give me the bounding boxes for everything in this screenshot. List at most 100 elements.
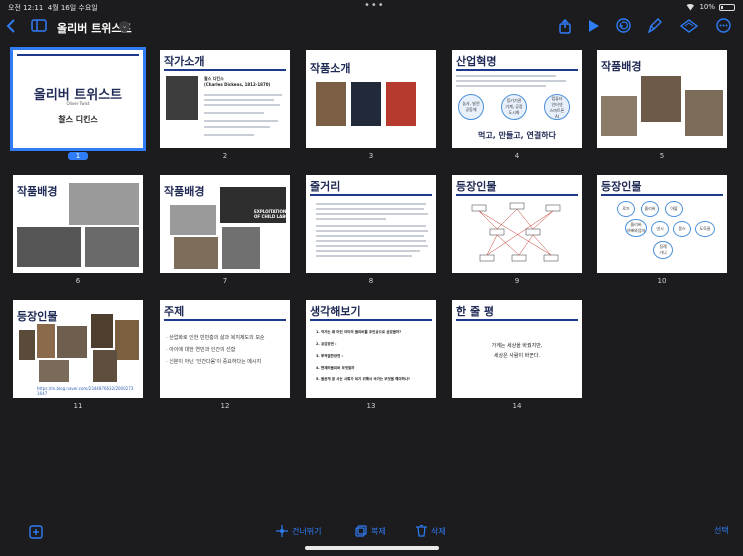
slide-thumbnail-7[interactable]: 작품배경 EXPLOITATION OF CHILD LABOUR [160, 175, 290, 273]
slide-number: 12 [220, 402, 230, 410]
duplicate-slide-button[interactable]: 복제 [355, 525, 386, 537]
slide-thumbnail-3[interactable]: 작품소개 [306, 50, 436, 148]
review-line-2: 세상은 사람이 바꾼다. [493, 353, 541, 359]
slide-title: 작가소개 [164, 55, 205, 68]
slide-number: 6 [75, 277, 81, 285]
character-circle: 아불 [665, 201, 683, 217]
slide-number: 9 [514, 277, 520, 285]
wifi-icon [685, 3, 696, 11]
slide-number: 13 [366, 402, 376, 410]
skip-slide-button[interactable]: 건너뛰기 [276, 525, 321, 537]
slide-title: 등장인물 [17, 310, 58, 323]
slide-title: 작품소개 [310, 62, 351, 75]
slide-title: 작품배경 [17, 185, 58, 198]
duplicate-icon [355, 525, 367, 537]
slide-thumbnail-14[interactable]: 한 줄 평 가계는 세상을 바꿨지만, 세상은 사람이 바꾼다. [452, 300, 582, 398]
slide-tagline: 먹고, 만들고, 연결하다 [478, 131, 556, 140]
character-circle: 올리버 [641, 201, 659, 217]
skip-icon [276, 525, 288, 537]
slide-thumbnail-9[interactable]: 등장인물 [452, 175, 582, 273]
sidebar-toggle-icon[interactable] [31, 19, 47, 35]
slide-subtitle: Oliver Twist [66, 101, 90, 106]
brush-icon[interactable] [647, 18, 662, 36]
author-name-en: (Charles Dickens, 1812-1870) [204, 82, 271, 87]
character-circle: 로즈 [617, 201, 635, 217]
review-line-1: 가계는 세상을 바꿨지만, [491, 343, 543, 349]
era-circle-3: 컴퓨터 인터넷 스마트폰 AI [544, 94, 570, 120]
book-cover-image [351, 82, 381, 126]
character-image [91, 314, 113, 348]
add-slide-button[interactable] [29, 525, 43, 539]
trash-icon [416, 525, 427, 537]
slide-title: 작품배경 [601, 60, 642, 73]
delete-slide-button[interactable]: 삭제 [416, 525, 446, 537]
slide-thumbnail-2[interactable]: 작가소개 찰스 디킨스 (Charles Dickens, 1812-1870) [160, 50, 290, 148]
child-labour-image [222, 227, 260, 269]
slide-thumbnail-8[interactable]: 줄거리 [306, 175, 436, 273]
character-circle: 몽스 [673, 221, 691, 237]
slide-thumbnail-11[interactable]: 등장인물 https://m.blog.naver.com/2344876632… [13, 300, 143, 398]
chevron-down-icon[interactable]: ⌄ [119, 21, 130, 32]
child-labour-image [170, 205, 216, 235]
add-slide-icon [29, 525, 43, 539]
era-circle-2: 증기기관 기계, 공장 도시화 [501, 94, 527, 120]
theme-bullet: · 아이에 대한 연민과 인간의 선함 [166, 347, 236, 353]
slide-title: 한 줄 평 [456, 305, 495, 318]
factory-image [85, 227, 139, 267]
slide-thumbnail-1[interactable]: 올리버 트위스트 Oliver Twist 찰스 디킨스 [10, 47, 146, 151]
character-circle: 정례 가니 [653, 241, 673, 259]
slide-title: 등장인물 [601, 180, 642, 193]
source-link: https://m.blog.naver.com/2344876632/2000… [37, 386, 134, 396]
back-chevron-icon[interactable] [6, 19, 16, 36]
image-caption: EXPLOITATION OF CHILD LABOUR [254, 209, 290, 219]
factory-image [69, 183, 139, 225]
theme-bullet: · 신분이 아닌 '인간다움'이 중요하다는 메시지 [166, 359, 262, 365]
character-circle: 도둑들 [695, 221, 715, 237]
multitask-dots[interactable]: ••• [364, 0, 385, 11]
character-image [19, 330, 35, 360]
illustration-image [601, 96, 637, 136]
slide-thumbnail-13[interactable]: 생각해보기 1. 작가는 왜 어린 아이의 올리버를 주인공으로 삼았을까? 2… [306, 300, 436, 398]
more-icon[interactable] [716, 18, 731, 36]
slide-title: 작품배경 [164, 185, 205, 198]
slide-number: 8 [368, 277, 374, 285]
select-button[interactable]: 선택 [714, 525, 729, 536]
slide-title: 주제 [164, 305, 185, 318]
question-item: 5. 올곧게 잘 사는 사회가 되기 위해서 국가는 무엇을 해야하나? [316, 377, 411, 381]
character-image [93, 350, 117, 382]
slide-title: 줄거리 [310, 180, 341, 193]
slide-thumbnail-6[interactable]: 작품배경 [13, 175, 143, 273]
status-right: 10% [685, 3, 735, 11]
question-item: 1. 작가는 왜 어린 아이의 올리버를 주인공으로 삼았을까? [316, 330, 402, 334]
character-image [37, 324, 55, 358]
relationship-diagram [471, 202, 561, 262]
question-item: 3. 부적절한장면 : [316, 354, 343, 358]
slide-number: 14 [512, 402, 522, 410]
illustration-image [641, 76, 681, 122]
factory-image [17, 227, 81, 267]
slide-number: 7 [222, 277, 228, 285]
status-bar: 오전 12:11 4월 16일 수요일 ••• 10% [0, 0, 743, 14]
undo-icon[interactable] [616, 18, 631, 36]
book-cover-image [386, 82, 416, 126]
portrait-image [166, 76, 198, 120]
slide-thumbnail-4[interactable]: 산업혁명 농사, 발전 공동체 증기기관 기계, 공장 도시화 컴퓨터 인터넷 … [452, 50, 582, 148]
battery-icon [719, 3, 735, 11]
character-circle: 낸시 [651, 221, 669, 237]
home-indicator[interactable] [305, 546, 439, 550]
play-icon[interactable] [588, 19, 600, 36]
shapes-icon[interactable] [679, 19, 699, 36]
question-item: 2. 공감장면 : [316, 342, 337, 346]
slide-author: 찰스 디킨스 [58, 115, 98, 124]
slide-thumbnail-5[interactable]: 작품배경 [597, 50, 727, 148]
slide-number: 3 [368, 152, 374, 160]
slide-number: 5 [659, 152, 665, 160]
share-icon[interactable] [558, 18, 572, 37]
slide-thumbnail-12[interactable]: 주제 · 산업화로 인한 빈민층의 삶과 복지제도의 모순 · 아이에 대한 연… [160, 300, 290, 398]
character-image [39, 360, 69, 382]
child-labour-image [174, 237, 218, 269]
slide-thumbnail-10[interactable]: 등장인물 로즈 올리버 아불 올리버 아빠와엄마 낸시 몽스 도둑들 정례 가니 [597, 175, 727, 273]
book-cover-image [316, 82, 346, 126]
toolbar: 올리버 트위스트 ⌄ [0, 14, 743, 40]
era-circle-1: 농사, 발전 공동체 [458, 94, 484, 120]
